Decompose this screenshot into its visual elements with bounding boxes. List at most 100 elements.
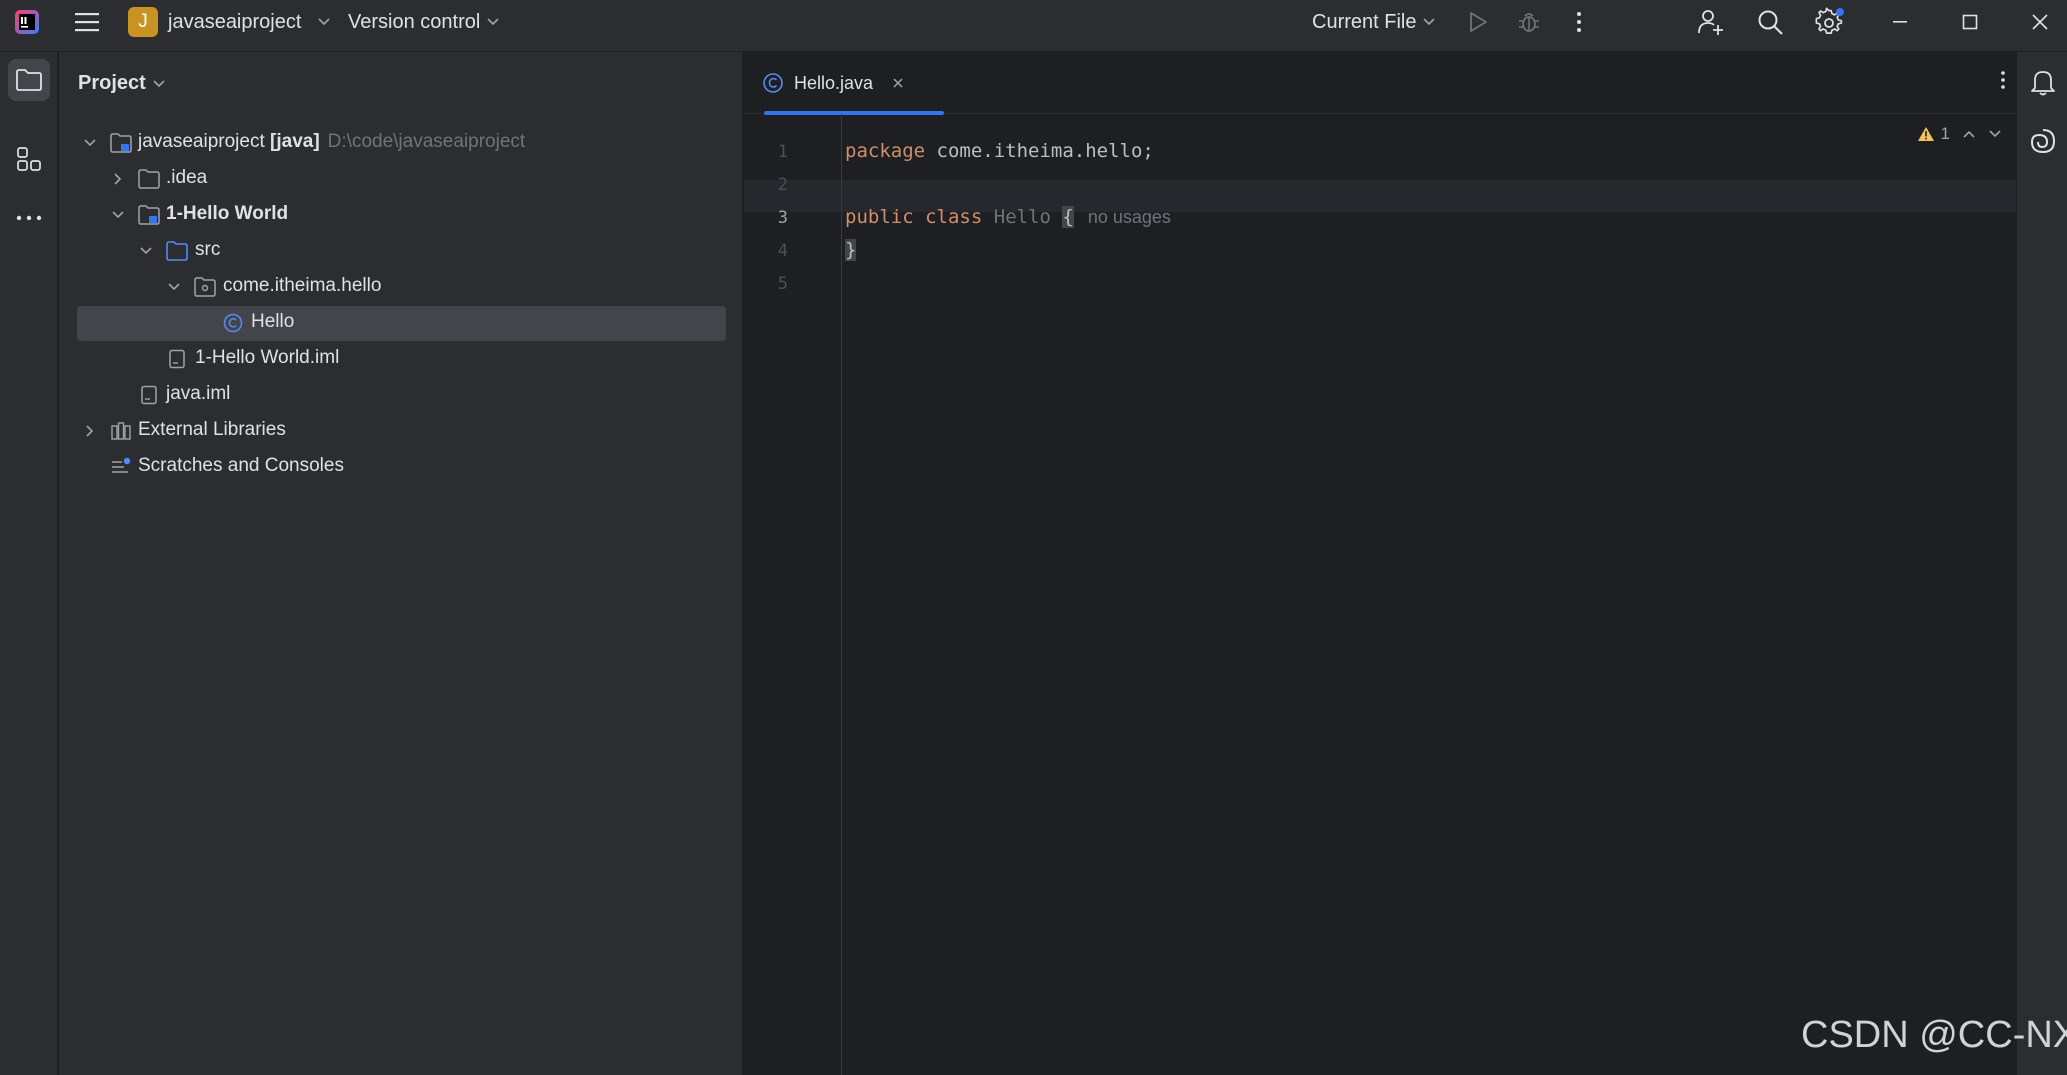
close-window-button[interactable] <box>2020 0 2060 44</box>
run-configuration-selector[interactable]: Current File <box>1312 0 1436 44</box>
code-line-1: package come.itheima.hello; <box>845 140 1154 162</box>
project-name: javaseaiproject <box>168 10 302 33</box>
main-menu-button[interactable] <box>70 0 104 44</box>
ai-assistant-button[interactable] <box>2026 124 2060 158</box>
tree-item-module[interactable]: 1-Hello World <box>59 198 739 232</box>
project-path: D:\code\javaseaiproject <box>327 131 526 152</box>
tree-item-label: Hello <box>251 311 295 332</box>
horizontal-dots-icon <box>16 215 42 221</box>
chevron-down-icon <box>153 79 165 87</box>
run-button[interactable] <box>1463 0 1493 44</box>
project-tool-window: Project javaseaiproject [java] D:\code\ja… <box>59 52 743 1075</box>
structure-icon <box>17 147 41 171</box>
tree-item-hello-class[interactable]: Hello <box>59 306 739 341</box>
keyword-public: public <box>845 206 914 228</box>
more-actions-button[interactable] <box>1564 0 1594 44</box>
code-line-3: public class Hello {no usages <box>845 206 1171 228</box>
tree-item-label: javaseaiproject <box>138 131 265 152</box>
module-folder-icon <box>110 133 132 153</box>
inspection-widget[interactable]: 1 <box>1917 124 2002 144</box>
next-highlight-icon[interactable] <box>1988 129 2002 139</box>
tree-item-label: Scratches and Consoles <box>138 455 344 476</box>
tree-item-package[interactable]: come.itheima.hello <box>59 270 739 304</box>
version-control-menu[interactable]: Version control <box>348 0 500 44</box>
line-number-gutter: 1 2 3 4 5 <box>744 114 842 1075</box>
project-selector[interactable]: J javaseaiproject <box>128 0 331 44</box>
editor-tabs-menu-button[interactable] <box>2000 70 2006 90</box>
bell-icon <box>2031 71 2055 96</box>
project-view-selector[interactable]: Project <box>78 72 166 95</box>
debug-button[interactable] <box>1514 0 1544 44</box>
selection-highlight <box>77 306 726 341</box>
tree-item-root[interactable]: javaseaiproject [java] D:\code\javaseaipr… <box>59 126 739 160</box>
tree-item-label: .idea <box>166 167 208 188</box>
close-tab-icon[interactable] <box>891 76 905 90</box>
close-icon <box>2032 14 2048 30</box>
minimize-window-button[interactable] <box>1880 0 1920 44</box>
folder-icon <box>16 69 42 91</box>
tree-item-label: come.itheima.hello <box>223 275 382 296</box>
add-user-icon <box>1698 10 1723 35</box>
line-number: 4 <box>777 241 788 261</box>
tree-item-label: 1-Hello World <box>166 203 289 224</box>
chevron-right-icon <box>114 173 122 185</box>
more-tool-windows-button[interactable] <box>8 197 50 239</box>
title-bar: J javaseaiproject Version control Curren… <box>0 0 2067 52</box>
tree-item-src[interactable]: src <box>59 234 739 268</box>
chevron-down-icon <box>318 18 330 26</box>
tree-item-label: External Libraries <box>138 419 286 440</box>
warning-icon <box>1917 127 1934 141</box>
watermark-text: CSDN @CC-NX <box>1801 1014 2067 1056</box>
play-icon <box>1470 12 1487 32</box>
gear-icon <box>1815 7 1844 34</box>
maximize-icon <box>1962 14 1978 30</box>
file-icon <box>169 349 185 369</box>
tab-label: Hello.java <box>794 72 874 93</box>
notifications-button[interactable] <box>2026 65 2060 99</box>
keyword-package: package <box>845 140 926 162</box>
code-with-me-button[interactable] <box>1694 0 1728 44</box>
module-folder-icon <box>138 205 160 225</box>
java-class-icon <box>223 313 243 333</box>
search-icon <box>1758 10 1783 35</box>
tree-item-label: src <box>195 239 221 260</box>
project-badge: J <box>128 7 158 37</box>
ai-assistant-icon <box>2030 129 2056 154</box>
vertical-dots-icon <box>1577 12 1581 32</box>
library-icon <box>111 422 131 440</box>
scratches-icon <box>112 457 131 473</box>
tab-hello-java[interactable]: Hello.java <box>762 52 944 115</box>
maximize-window-button[interactable] <box>1950 0 1990 44</box>
file-icon <box>141 385 157 405</box>
line-number: 5 <box>777 274 788 294</box>
line-number-current: 3 <box>777 208 788 228</box>
panel-title: Project <box>78 72 146 94</box>
hamburger-icon <box>75 13 99 32</box>
java-class-icon <box>763 73 783 93</box>
code-line-4: } <box>845 239 857 261</box>
chevron-down-icon <box>1423 18 1436 26</box>
tree-item-scratches[interactable]: Scratches and Consoles <box>59 450 739 484</box>
tree-item-java-iml[interactable]: java.iml <box>59 378 739 412</box>
previous-highlight-icon[interactable] <box>1962 129 1976 139</box>
tree-item-label: java.iml <box>166 383 231 404</box>
settings-button[interactable] <box>1813 0 1847 44</box>
chevron-down-icon <box>112 211 124 219</box>
structure-tool-button[interactable] <box>8 138 50 180</box>
editor-area: Hello.java 1 2 3 4 5 package come.itheim… <box>744 52 2016 1075</box>
minimize-icon <box>1893 21 1907 23</box>
tree-item-module-iml[interactable]: 1-Hello World.iml <box>59 342 739 376</box>
project-tool-button[interactable] <box>8 59 50 101</box>
tree-item-external-libraries[interactable]: External Libraries <box>59 414 739 448</box>
class-name: Hello <box>993 206 1051 228</box>
search-everywhere-button[interactable] <box>1753 0 1787 44</box>
tree-item-idea[interactable]: .idea <box>59 162 739 196</box>
run-config-label: Current File <box>1312 10 1417 33</box>
right-tool-strip <box>2016 52 2067 1075</box>
intellij-logo-icon <box>14 9 40 35</box>
chevron-down-icon <box>487 18 499 26</box>
package-icon <box>194 277 216 297</box>
chevron-down-icon <box>168 283 180 291</box>
chevron-down-icon <box>140 247 152 255</box>
usages-inlay-hint[interactable]: no usages <box>1088 207 1171 227</box>
